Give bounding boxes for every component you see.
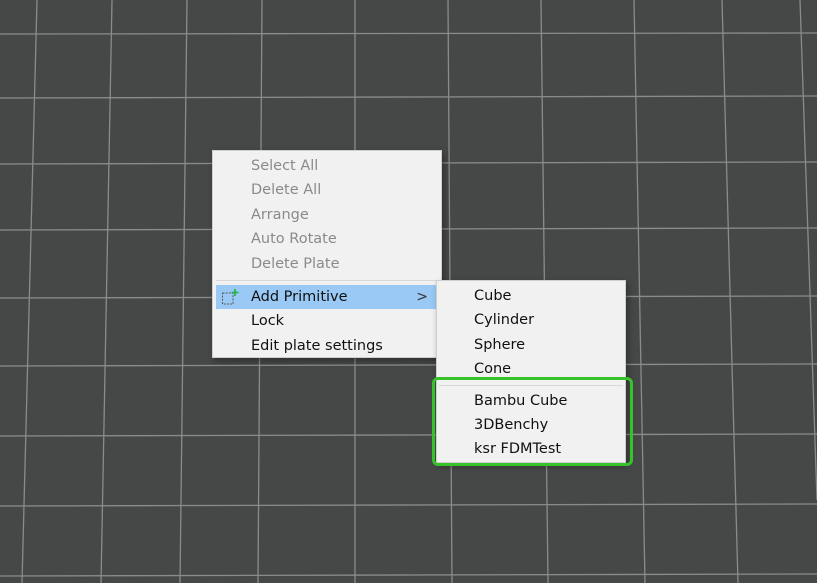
submenu-item-sphere[interactable]: Sphere [437,333,625,357]
menu-separator [216,279,438,281]
menu-item-label: Add Primitive [251,288,348,305]
add-object-icon [222,288,239,305]
submenu-arrow-icon: > [416,288,428,305]
submenu-item-cylinder[interactable]: Cylinder [437,308,625,332]
context-menu: Select All Delete All Arrange Auto Rotat… [212,150,442,358]
menu-item-delete-plate[interactable]: Delete Plate [213,252,441,276]
menu-item-delete-all[interactable]: Delete All [213,178,441,202]
menu-item-lock[interactable]: Lock [213,309,441,333]
add-primitive-submenu: Cube Cylinder Sphere Cone Bambu Cube 3DB… [436,280,626,463]
menu-item-edit-plate-settings[interactable]: Edit plate settings [213,334,441,358]
submenu-item-3dbenchy[interactable]: 3DBenchy [437,413,625,437]
submenu-item-cube[interactable]: Cube [437,284,625,308]
menu-item-auto-rotate[interactable]: Auto Rotate [213,227,441,251]
menu-item-select-all[interactable]: Select All [213,154,441,178]
menu-item-arrange[interactable]: Arrange [213,203,441,227]
submenu-item-ksr-fdmtest[interactable]: ksr FDMTest [437,437,625,461]
submenu-item-bambu-cube[interactable]: Bambu Cube [437,389,625,413]
submenu-separator [439,384,623,386]
menu-item-add-primitive[interactable]: Add Primitive > [216,284,438,310]
submenu-item-cone[interactable]: Cone [437,357,625,381]
